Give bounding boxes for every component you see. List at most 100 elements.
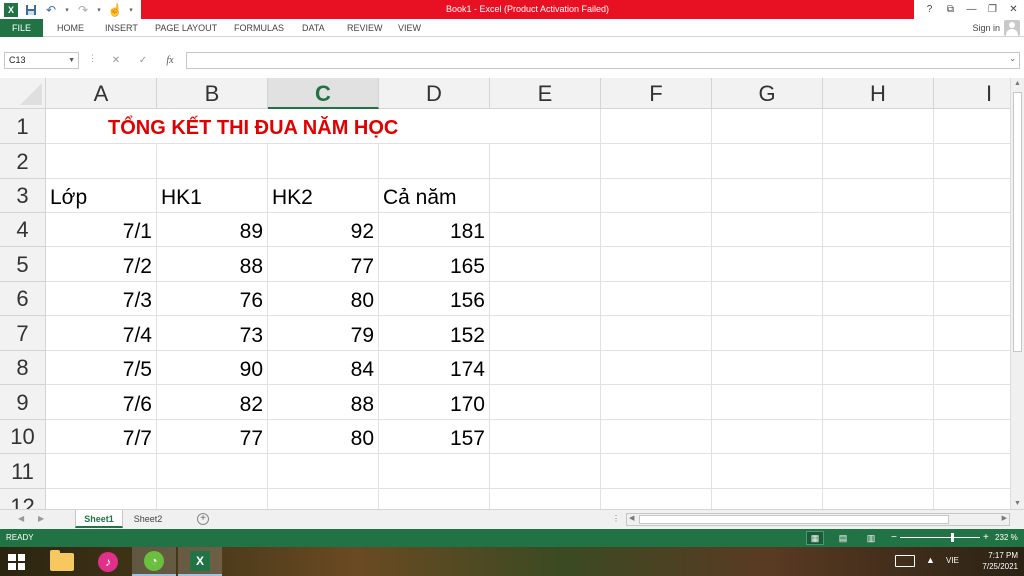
tab-data[interactable]: DATA [302,19,325,37]
cell-c1[interactable] [268,109,379,144]
cell-c2[interactable] [268,144,379,179]
page-break-view-icon[interactable]: ▥ [862,531,880,545]
cell-g11[interactable] [712,454,823,489]
cell-g5[interactable] [712,247,823,282]
cell-i6[interactable] [934,282,1010,316]
column-header-a[interactable]: A [46,78,157,109]
cell-c10[interactable]: 80 [268,420,379,454]
cell-a9[interactable]: 7/6 [46,385,157,420]
show-hidden-icons-icon[interactable]: ▲ [926,555,935,565]
music-app-taskbar-button[interactable]: ♪ [86,547,130,576]
cell-g4[interactable] [712,213,823,247]
horizontal-scrollbar[interactable]: ◀ ▶ [626,513,1010,526]
cell-g12[interactable] [712,489,823,509]
cell-g6[interactable] [712,282,823,316]
zoom-level[interactable]: 232 % [995,529,1018,547]
column-header-h[interactable]: H [823,78,934,109]
maximize-button[interactable]: ❐ [982,0,1003,19]
cell-c3[interactable]: HK2 [268,179,379,213]
cell-i5[interactable] [934,247,1010,282]
cell-g8[interactable] [712,351,823,385]
cell-g10[interactable] [712,420,823,454]
row-header-6[interactable]: 6 [0,282,46,316]
cell-f2[interactable] [601,144,712,179]
cell-e10[interactable] [490,420,601,454]
cell-e1[interactable] [490,109,601,144]
cell-c7[interactable]: 79 [268,316,379,351]
cell-h12[interactable] [823,489,934,509]
cell-g1[interactable] [712,109,823,144]
cell-i11[interactable] [934,454,1010,489]
cell-d1[interactable] [379,109,490,144]
tab-view[interactable]: VIEW [398,19,421,37]
scroll-up-icon[interactable]: ▲ [1014,80,1021,87]
cell-e3[interactable] [490,179,601,213]
cell-i3[interactable] [934,179,1010,213]
row-header-4[interactable]: 4 [0,213,46,247]
cell-h9[interactable] [823,385,934,420]
cell-f8[interactable] [601,351,712,385]
cell-d5[interactable]: 165 [379,247,490,282]
cell-a3[interactable]: Lớp [46,179,157,213]
cell-h11[interactable] [823,454,934,489]
cell-d8[interactable]: 174 [379,351,490,385]
cell-f4[interactable] [601,213,712,247]
cancel-entry-button[interactable]: ✕ [105,52,127,69]
cell-e4[interactable] [490,213,601,247]
sign-in-link[interactable]: Sign in [972,19,1000,37]
cell-f5[interactable] [601,247,712,282]
cell-h2[interactable] [823,144,934,179]
cell-d2[interactable] [379,144,490,179]
cell-d6[interactable]: 156 [379,282,490,316]
prev-sheet-icon[interactable]: ◀ [18,514,24,523]
vertical-scroll-thumb[interactable] [1013,92,1022,352]
name-box-dropdown-icon[interactable]: ▼ [68,53,75,68]
cell-i12[interactable] [934,489,1010,509]
cell-h8[interactable] [823,351,934,385]
cell-b12[interactable] [157,489,268,509]
cell-b11[interactable] [157,454,268,489]
row-header-12[interactable]: 12 [0,489,46,509]
cell-a10[interactable]: 7/7 [46,420,157,454]
cell-i1[interactable] [934,109,1010,144]
cell-h7[interactable] [823,316,934,351]
normal-view-icon[interactable]: ▦ [806,531,824,545]
system-clock[interactable]: 7:17 PM 7/25/2021 [982,550,1018,572]
cell-i4[interactable] [934,213,1010,247]
confirm-entry-button[interactable]: ✓ [132,52,154,69]
cell-b5[interactable]: 88 [157,247,268,282]
cell-h1[interactable] [823,109,934,144]
undo-icon[interactable]: ↶ [44,3,58,17]
cell-e7[interactable] [490,316,601,351]
tab-file[interactable]: FILE [0,19,43,37]
cell-a1[interactable]: TỔNG KẾT THI ĐUA NĂM HỌC [46,109,398,144]
expand-formula-bar-icon[interactable]: ⌄ [1009,54,1016,63]
cell-c8[interactable]: 84 [268,351,379,385]
cell-f6[interactable] [601,282,712,316]
cell-e5[interactable] [490,247,601,282]
cell-b7[interactable]: 73 [157,316,268,351]
cell-d4[interactable]: 181 [379,213,490,247]
cell-e11[interactable] [490,454,601,489]
cell-b9[interactable]: 82 [157,385,268,420]
cell-a12[interactable] [46,489,157,509]
keyboard-icon[interactable] [895,555,915,567]
name-box[interactable]: C13 ▼ [4,52,79,69]
zoom-out-button[interactable]: − [891,529,897,547]
tab-insert[interactable]: INSERT [105,19,138,37]
undo-dropdown-icon[interactable]: ▾ [64,3,70,17]
cell-i10[interactable] [934,420,1010,454]
cell-c6[interactable]: 80 [268,282,379,316]
horizontal-scroll-thumb[interactable] [639,515,949,524]
tab-home[interactable]: HOME [57,19,84,37]
formula-input[interactable]: ⌄ [186,52,1020,69]
cell-h5[interactable] [823,247,934,282]
cell-d12[interactable] [379,489,490,509]
cell-c4[interactable]: 92 [268,213,379,247]
cell-f3[interactable] [601,179,712,213]
cell-h10[interactable] [823,420,934,454]
input-language[interactable]: VIE [946,556,959,565]
cell-f9[interactable] [601,385,712,420]
cell-i9[interactable] [934,385,1010,420]
zoom-in-button[interactable]: + [983,529,989,547]
